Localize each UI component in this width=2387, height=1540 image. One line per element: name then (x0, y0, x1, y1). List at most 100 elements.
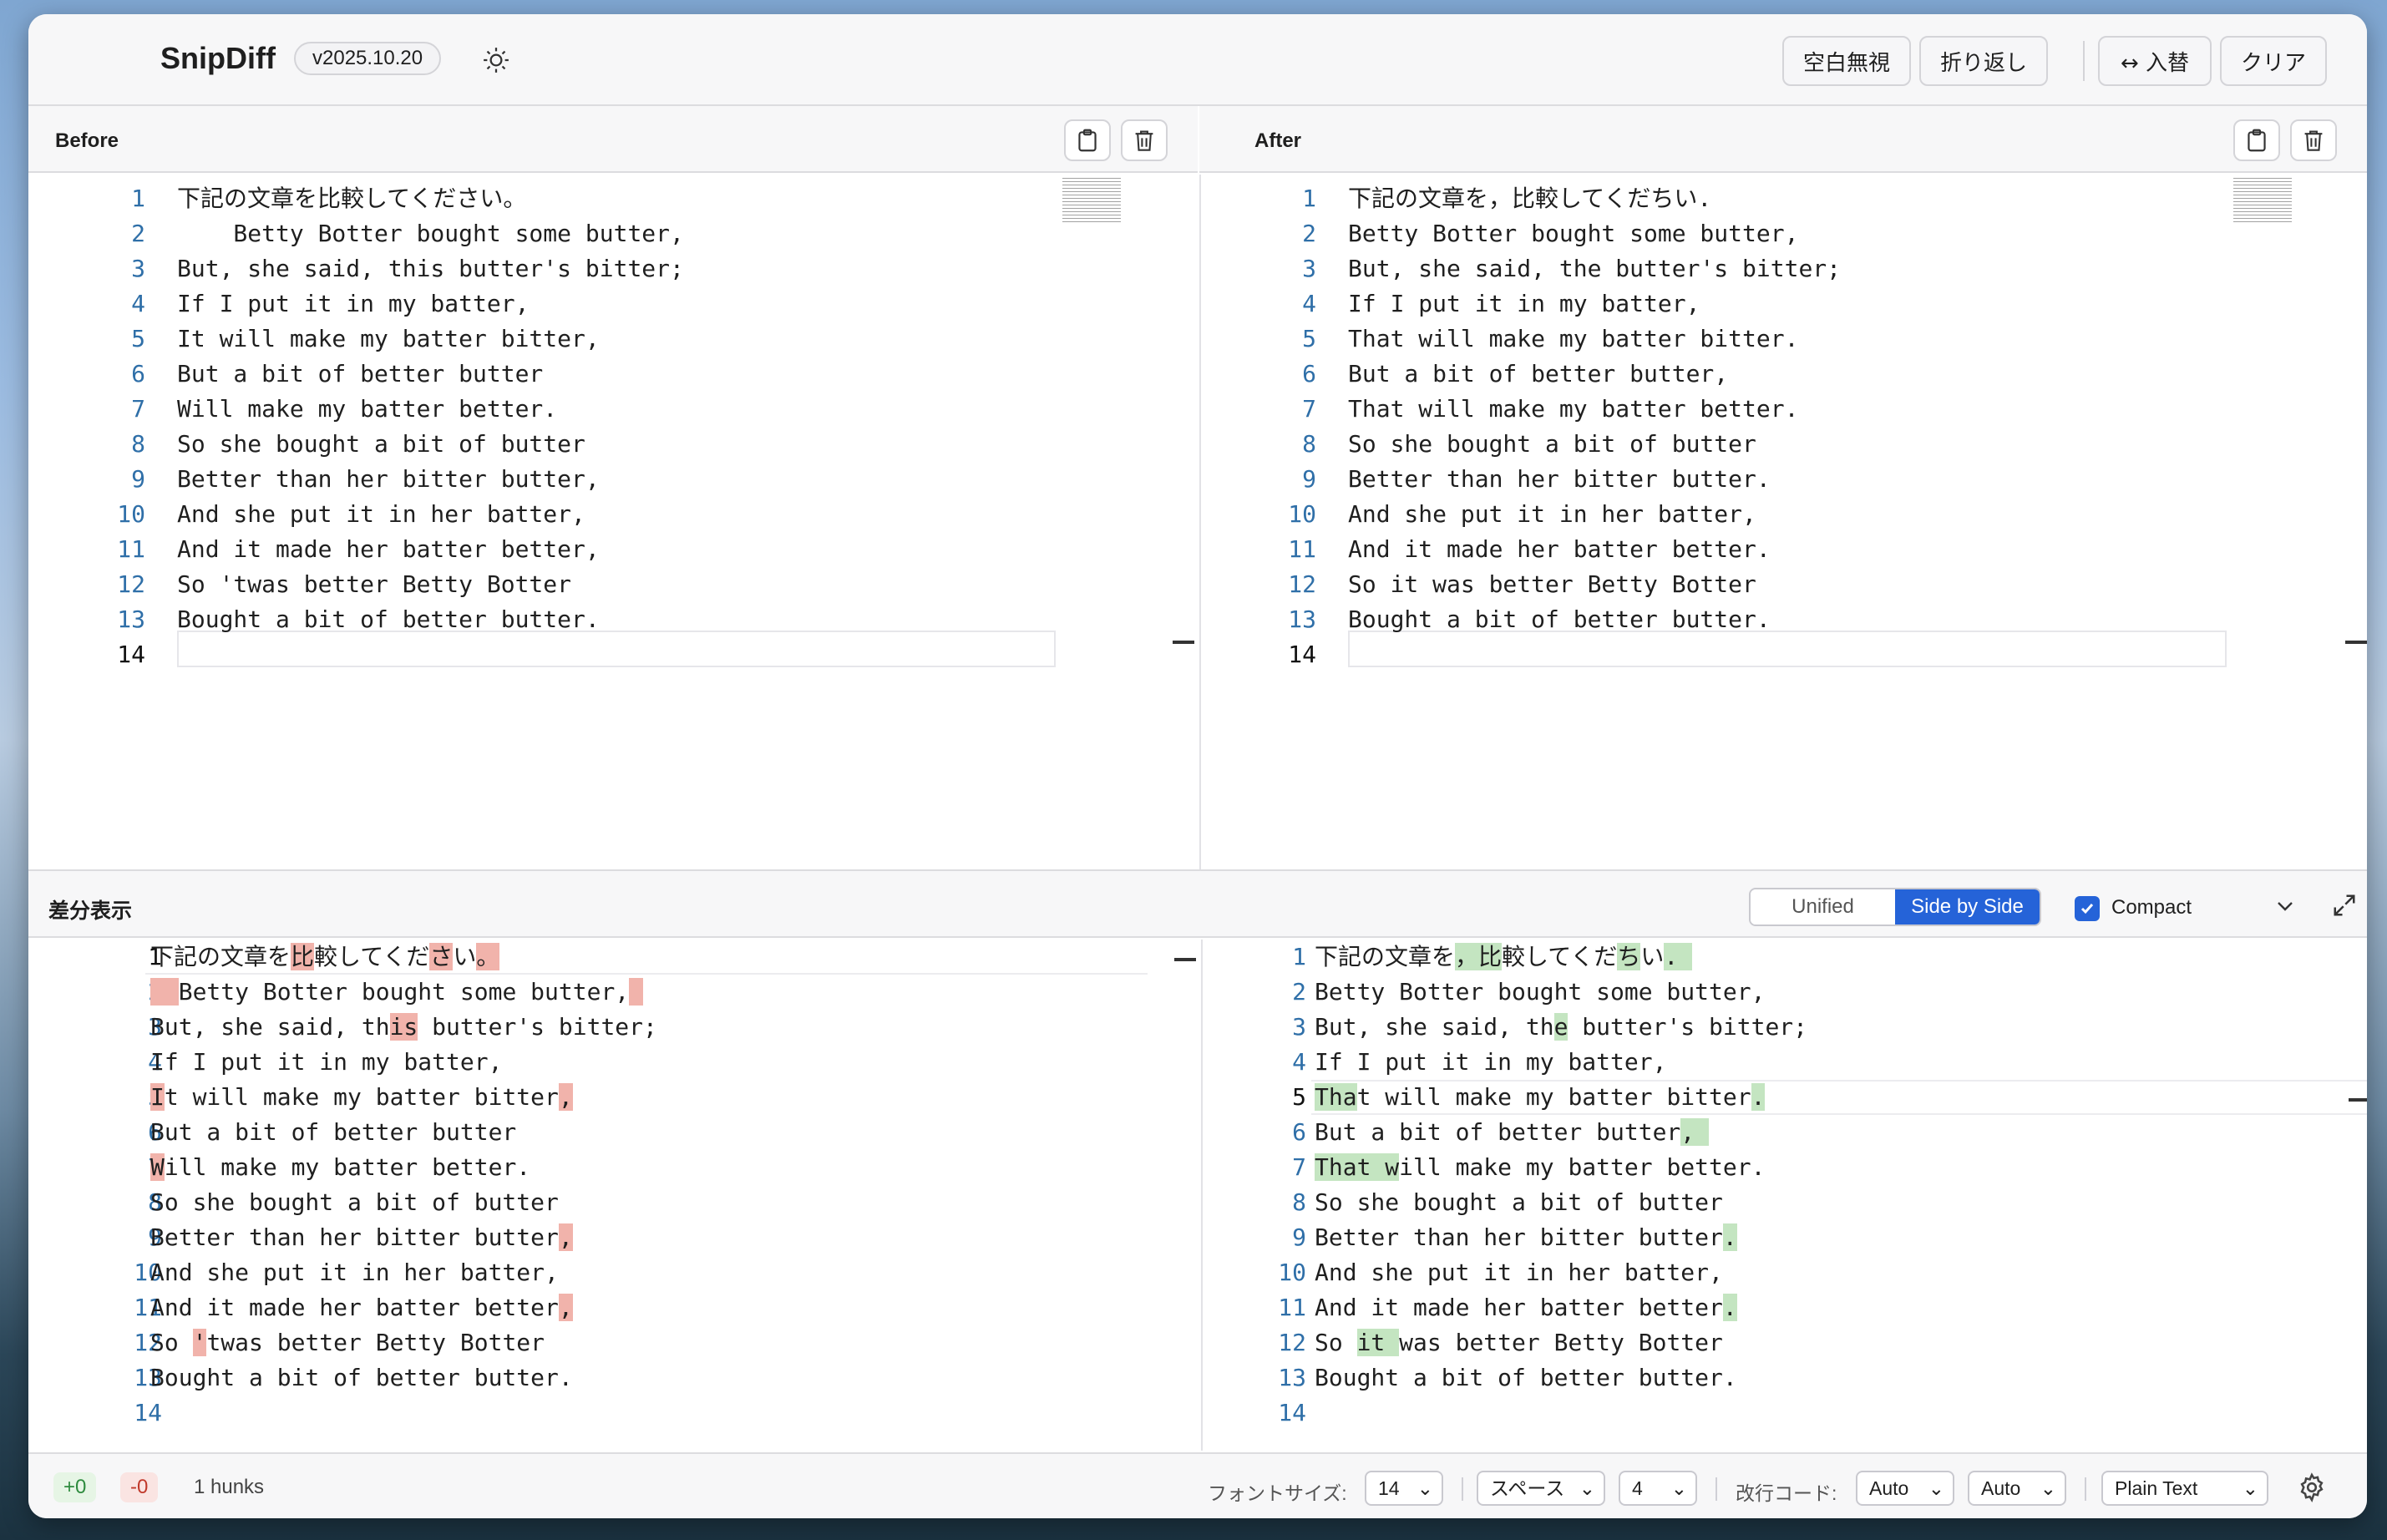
line-number: 2 (131, 220, 145, 247)
code-line: 6 But a bit of better butter, (1201, 357, 2367, 392)
eol-output-select[interactable]: Auto ⌄ (1968, 1471, 2066, 1506)
code-line: 14 (1201, 637, 2367, 672)
unified-tab[interactable]: Unified (1751, 889, 1895, 925)
diff-text: Betty Botter bought some butter, (1315, 975, 1765, 1010)
indent-type-select[interactable]: スペース ⌄ (1477, 1471, 1605, 1506)
deleted-segment: W (150, 1153, 165, 1181)
indent-size-select[interactable]: 4 ⌄ (1619, 1471, 1697, 1506)
diff-text: 下記の文章を，比較してくだちい. (1315, 940, 1693, 975)
line-number: 4 (131, 290, 145, 317)
deleted-segment: 比 (291, 943, 315, 970)
diff-line: 12 So 'twas better Betty Botter (28, 1325, 1173, 1360)
diff-line: 1 下記の文章を比較してください。 (28, 940, 1173, 975)
diff-text: And it made her batter better. (1315, 1290, 1737, 1325)
chevron-down-icon: ⌄ (1416, 1477, 1433, 1499)
clipboard-icon (2248, 129, 2266, 152)
font-size-value: 14 (1378, 1477, 1400, 1499)
code-line: 2 Betty Botter bought some butter, (1201, 216, 2367, 251)
diff-left-pane[interactable]: 1下記の文章を比較してください。2 Betty Botter bought so… (28, 940, 1196, 1466)
language-select[interactable]: Plain Text ⌄ (2101, 1471, 2268, 1506)
code-line: 13 Bought a bit of better butter. (1201, 602, 2367, 637)
diff-left-scroll-indicator[interactable] (1174, 958, 1196, 961)
code-line: 5 It will make my batter bitter, (28, 322, 1198, 357)
code-text: And it made her batter better. (1348, 535, 1771, 563)
side-by-side-tab[interactable]: Side by Side (1895, 889, 2040, 925)
ignore-whitespace-button[interactable]: 空白無視 (1782, 36, 1911, 86)
diff-title: 差分表示 (48, 899, 133, 923)
code-text: If I put it in my batter, (177, 290, 530, 317)
toolbar-divider (2083, 41, 2085, 81)
diff-text: But a bit of better butter (150, 1115, 516, 1150)
text-segment: But a bit of better butter (150, 1118, 517, 1146)
after-title: After (1254, 129, 1302, 152)
text-segment: 下記の文章を (1315, 943, 1456, 970)
copy-after-button[interactable] (2233, 119, 2280, 161)
code-line: 1 下記の文章を，比較してくだちい. (1201, 181, 2367, 216)
line-number: 5 (131, 325, 145, 352)
diff-line: 7 That will make my batter better. (1203, 1150, 2367, 1185)
diff-line: 14 (1203, 1396, 2367, 1431)
text-segment: Bought a bit of better butter. (150, 1364, 573, 1391)
swap-button[interactable]: ↔ 入替 (2098, 36, 2212, 86)
diff-text: Bought a bit of better butter. (150, 1360, 573, 1396)
code-line: 14 (28, 637, 1198, 672)
text-segment: 較してくだ (1502, 943, 1618, 970)
diff-right-pane[interactable]: 1 下記の文章を，比較してくだちい. 2 Betty Botter bought s… (1203, 940, 2367, 1466)
copy-before-button[interactable] (1064, 119, 1111, 161)
delete-after-button[interactable] (2290, 119, 2337, 161)
expand-icon[interactable] (2332, 893, 2357, 918)
line-number: 4 (1302, 290, 1316, 317)
line-number: 7 (1292, 1153, 1306, 1181)
text-segment: twas better Betty Botter (206, 1329, 545, 1356)
text-segment: Betty Botter bought some butter, (1315, 978, 1766, 1006)
code-text: Better than her bitter butter. (1348, 465, 1771, 493)
before-editor[interactable]: 1 下記の文章を比較してください。 2 Betty Botter bought so… (28, 175, 1198, 886)
line-number: 12 (1288, 570, 1316, 598)
deleted-segment: 。 (476, 943, 500, 970)
text-segment: So she bought a bit of butter (1315, 1188, 1723, 1216)
diff-line: 6 But a bit of better butter (28, 1115, 1173, 1150)
code-text: But a bit of better butter (177, 360, 544, 388)
text-segment: So (1315, 1329, 1357, 1356)
diff-text: And she put it in her batter, (1315, 1255, 1723, 1290)
delete-before-button[interactable] (1121, 119, 1168, 161)
diff-line: 13 Bought a bit of better butter. (1203, 1360, 2367, 1396)
line-number: 6 (131, 360, 145, 388)
eol-label: 改行コード: (1736, 1482, 1837, 1504)
diff-text: If I put it in my batter, (150, 1045, 502, 1080)
code-line: 13 Bought a bit of better butter. (28, 602, 1198, 637)
trash-icon (2304, 130, 2323, 151)
chevron-down-icon: ⌄ (2040, 1477, 2056, 1499)
sun-icon[interactable] (482, 46, 510, 74)
clear-button[interactable]: クリア (2220, 36, 2327, 86)
code-text: Bought a bit of better butter. (177, 605, 600, 633)
added-segment: That w (1315, 1153, 1400, 1181)
diff-text: Bought a bit of better butter. (1315, 1360, 1737, 1396)
diff-line: 11 And it made her batter better, (28, 1290, 1173, 1325)
line-number: 11 (1288, 535, 1316, 563)
code-text: Better than her bitter butter, (177, 465, 600, 493)
compact-checkbox[interactable] (2075, 896, 2100, 921)
gear-icon[interactable] (2297, 1472, 2327, 1502)
line-number: 8 (1292, 1188, 1306, 1216)
text-segment: And she put it in her batter, (150, 1259, 559, 1286)
after-editor[interactable]: 1 下記の文章を，比較してくだちい. 2 Betty Botter bought so… (1201, 175, 2367, 886)
code-text: If I put it in my batter, (1348, 290, 1700, 317)
version-badge: v2025.10.20 (294, 42, 442, 75)
added-segment: . (1722, 1294, 1737, 1321)
wrap-button[interactable]: 折り返し (1919, 36, 2048, 86)
line-number: 4 (1292, 1048, 1306, 1076)
code-text: So she bought a bit of butter (1348, 430, 1756, 458)
text-segment: Bought a bit of better butter. (1315, 1364, 1737, 1391)
text-segment: So (150, 1329, 193, 1356)
deleted-segment: , (558, 1294, 573, 1321)
font-size-select[interactable]: 14 ⌄ (1365, 1471, 1443, 1506)
indent-type-value: スペース (1490, 1477, 1565, 1499)
code-text: It will make my batter bitter, (177, 325, 600, 352)
eol-input-select[interactable]: Auto ⌄ (1856, 1471, 1954, 1506)
line-number: 9 (1292, 1223, 1306, 1251)
chevron-down-icon[interactable] (2275, 898, 2295, 914)
code-line: 7 Will make my batter better. (28, 392, 1198, 427)
app-window: SnipDiff v2025.10.20 空白無視 折り返し ↔ 入替 クリア … (28, 14, 2367, 1518)
text-segment: t will make my batter bitter (164, 1083, 559, 1111)
